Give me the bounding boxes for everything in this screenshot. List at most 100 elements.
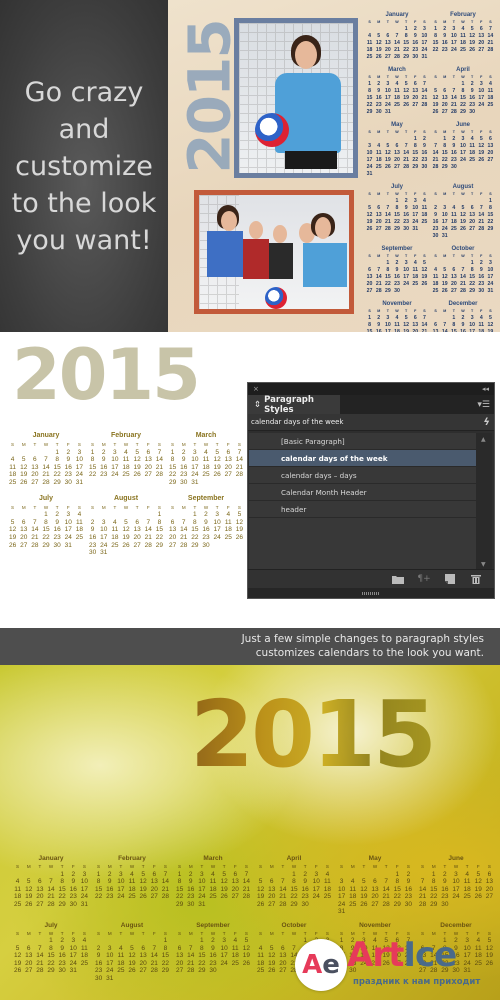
day-cell: 10 [64, 518, 72, 526]
scrollbar[interactable]: ▲ ▼ [476, 433, 492, 571]
style-item[interactable]: header [249, 501, 476, 518]
day-cell: 16 [64, 463, 72, 471]
day-cell: 3 [422, 26, 426, 32]
day-cell: 25 [224, 533, 232, 541]
day-cell: 22 [175, 893, 184, 900]
month-july: July S M T W T F S 1 2 3 4 5 6 7 8 9 10 11 12 13 14 15 16 17 18 1… [7, 495, 85, 550]
day-cell: 17 [441, 219, 448, 225]
weekday-label: T [193, 504, 197, 510]
day-cell: 13 [175, 952, 184, 959]
day-cell: 29 [58, 900, 66, 908]
day-cell: 6 [38, 878, 42, 885]
scroll-up-icon[interactable]: ▲ [481, 436, 486, 443]
day-cell: 11 [394, 88, 400, 94]
day-cell: 1 [49, 937, 53, 944]
day-cell: 28 [155, 471, 164, 479]
quick-apply-icon[interactable]: ϟ [483, 417, 490, 428]
day-cell: 29 [384, 288, 391, 294]
day-cell: 21 [394, 47, 400, 53]
day-cell: 26 [366, 226, 373, 232]
day-cell: 2 [452, 136, 456, 142]
day-cell: 22 [94, 893, 103, 900]
day-cell: 18 [224, 526, 232, 534]
weekday-label: S [489, 309, 492, 313]
clear-overrides-icon[interactable]: ¶+ [417, 574, 430, 584]
day-cell: 24 [111, 471, 119, 479]
day-cell: 20 [485, 885, 494, 893]
day-cell: 1 [368, 81, 372, 87]
day-cell: 8 [434, 33, 438, 39]
month-february: February S M T W T F S 1 2 3 4 5 6 7 8 9 10 11 12 13 14 15 16 17… [87, 432, 165, 479]
weekday-label: T [405, 130, 408, 134]
day-cell: 24 [100, 541, 108, 549]
day-cell: 26 [139, 893, 147, 900]
style-item[interactable]: calendar days of the week [249, 450, 476, 467]
day-cell: 3 [488, 260, 492, 266]
day-cell: 10 [111, 456, 119, 464]
weekday-label: F [480, 75, 483, 79]
weekday-label: M [269, 864, 274, 869]
day-cell: 2 [303, 870, 307, 878]
day-cell: 8 [60, 878, 64, 885]
caption-line-1: Just a few simple changes to paragraph s… [241, 633, 484, 645]
day-cell: 6 [226, 448, 231, 456]
day-cell: 4 [422, 198, 426, 204]
day-cell: 25 [394, 102, 400, 108]
weekday-label: T [141, 864, 145, 869]
day-cell: 15 [161, 952, 170, 959]
style-item[interactable]: calendar days – days [249, 467, 476, 484]
style-item[interactable]: [Basic Paragraph] [249, 433, 476, 450]
day-cell: 4 [452, 205, 456, 211]
trash-icon[interactable] [470, 574, 482, 584]
day-cell: 5 [258, 878, 263, 885]
weekday-label: W [123, 504, 129, 510]
day-cell: 26 [213, 471, 221, 479]
day-cell: 6 [233, 870, 238, 878]
collapse-icon[interactable]: ◂◂ [482, 385, 489, 393]
close-icon[interactable]: × [253, 385, 259, 393]
year-heading: 2015 [12, 334, 201, 416]
day-cell: 1 [461, 81, 465, 87]
weekday-label: F [66, 504, 70, 510]
weekday-label: T [405, 192, 408, 196]
day-cell: 24 [487, 281, 494, 287]
day-cell: 23 [404, 893, 413, 900]
hero-section: Go crazy and customize to the look you w… [0, 0, 500, 349]
month-grid: SMTWTFS 12345678910111213141516171819202… [93, 930, 171, 983]
day-cell: 12 [375, 40, 382, 46]
day-cell: 10 [337, 885, 346, 893]
resize-grip[interactable] [248, 588, 494, 598]
weekday-label: S [368, 192, 371, 196]
day-cell: 29 [168, 478, 177, 486]
day-cell: 26 [128, 967, 136, 974]
day-cell: 30 [64, 478, 72, 486]
day-cell: 3 [368, 143, 372, 149]
tab-paragraph-styles[interactable]: ⇕ Paragraph Styles [248, 395, 340, 415]
sample-calendar: January S M T W T F S 1 2 3 4 5 6 7 8 9 10 11 12 13 14 15 16 17… [6, 432, 250, 565]
day-cell: 21 [375, 281, 382, 287]
scroll-down-icon[interactable]: ▼ [481, 561, 486, 568]
day-cell: 29 [47, 967, 55, 974]
day-cell: 28 [180, 541, 188, 549]
day-cell: 29 [393, 900, 401, 908]
day-cell: 21 [42, 471, 50, 479]
day-cell: 3 [66, 511, 71, 519]
day-cell: 11 [209, 878, 217, 885]
day-cell: 3 [461, 136, 465, 142]
weekday-label: W [291, 864, 297, 869]
weekday-label: S [97, 930, 101, 936]
team-photo [194, 190, 354, 314]
day-cell: 15 [487, 212, 494, 218]
weekday-label: S [97, 864, 101, 869]
day-cell: 1 [452, 315, 456, 321]
panel-menu-icon[interactable]: ▾☰ [477, 395, 494, 414]
style-item[interactable]: Calendar Month Header [249, 484, 476, 501]
weekday-label: T [386, 130, 389, 134]
new-style-icon[interactable] [444, 574, 456, 584]
day-cell: 22 [47, 959, 55, 967]
day-cell: 5 [15, 944, 20, 952]
day-cell: 25 [469, 157, 476, 163]
day-cell: 19 [139, 885, 147, 893]
folder-icon[interactable] [392, 574, 404, 584]
day-cell: 24 [64, 533, 72, 541]
